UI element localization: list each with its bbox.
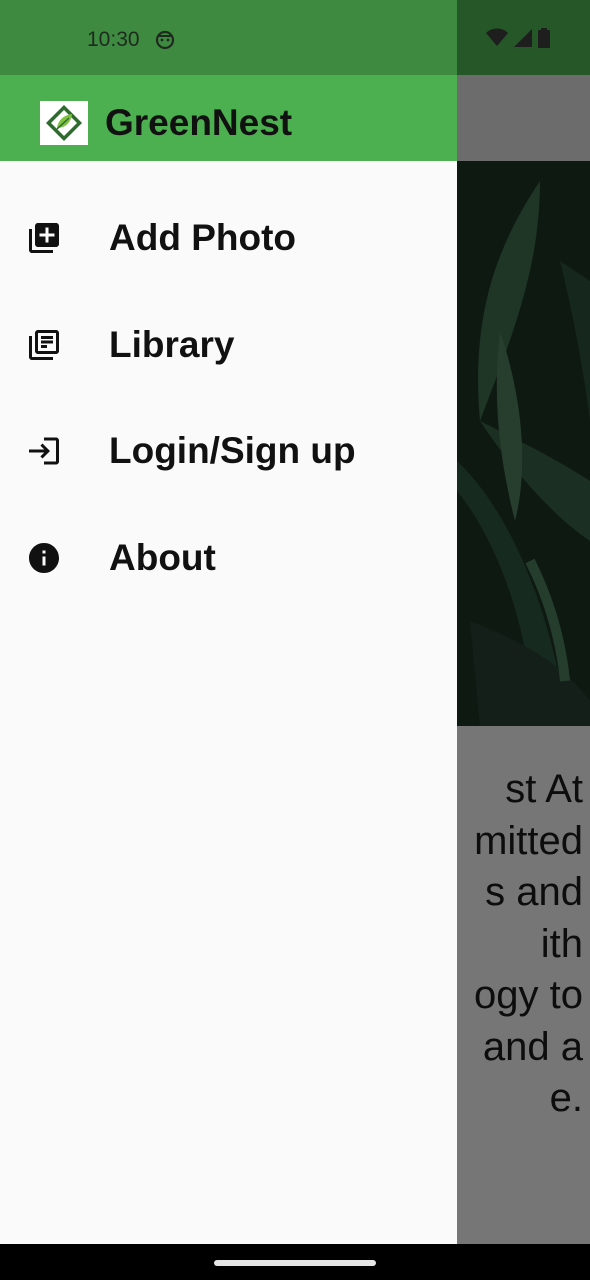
drawer-header: GreenNest — [0, 75, 457, 161]
android-face-icon — [155, 30, 175, 50]
greennest-logo-icon — [40, 101, 88, 145]
system-navigation-bar — [0, 1244, 590, 1280]
menu-item-label: About — [109, 536, 216, 578]
status-icons — [486, 28, 550, 48]
status-time: 10:30 — [87, 28, 140, 51]
cell-signal-icon — [514, 29, 532, 47]
wifi-icon — [486, 28, 508, 46]
login-icon — [26, 433, 62, 469]
add-photo-icon — [26, 220, 62, 256]
menu-item-login[interactable]: Login/Sign up — [0, 398, 457, 505]
navigation-drawer: 10:30 GreenNest Add Photo Library Login/… — [0, 0, 457, 1244]
library-icon — [26, 327, 62, 363]
menu-item-add-photo[interactable]: Add Photo — [0, 185, 457, 292]
menu-item-label: Login/Sign up — [109, 430, 356, 472]
info-icon — [26, 540, 62, 576]
menu-item-about[interactable]: About — [0, 505, 457, 612]
status-bar: 10:30 — [0, 0, 457, 75]
app-title: GreenNest — [105, 102, 293, 143]
home-gesture-handle[interactable] — [214, 1260, 376, 1266]
drawer-menu: Add Photo Library Login/Sign up About — [0, 185, 457, 611]
menu-item-label: Library — [109, 323, 235, 365]
menu-item-label: Add Photo — [109, 217, 297, 259]
battery-icon — [538, 28, 550, 48]
menu-item-library[interactable]: Library — [0, 292, 457, 399]
